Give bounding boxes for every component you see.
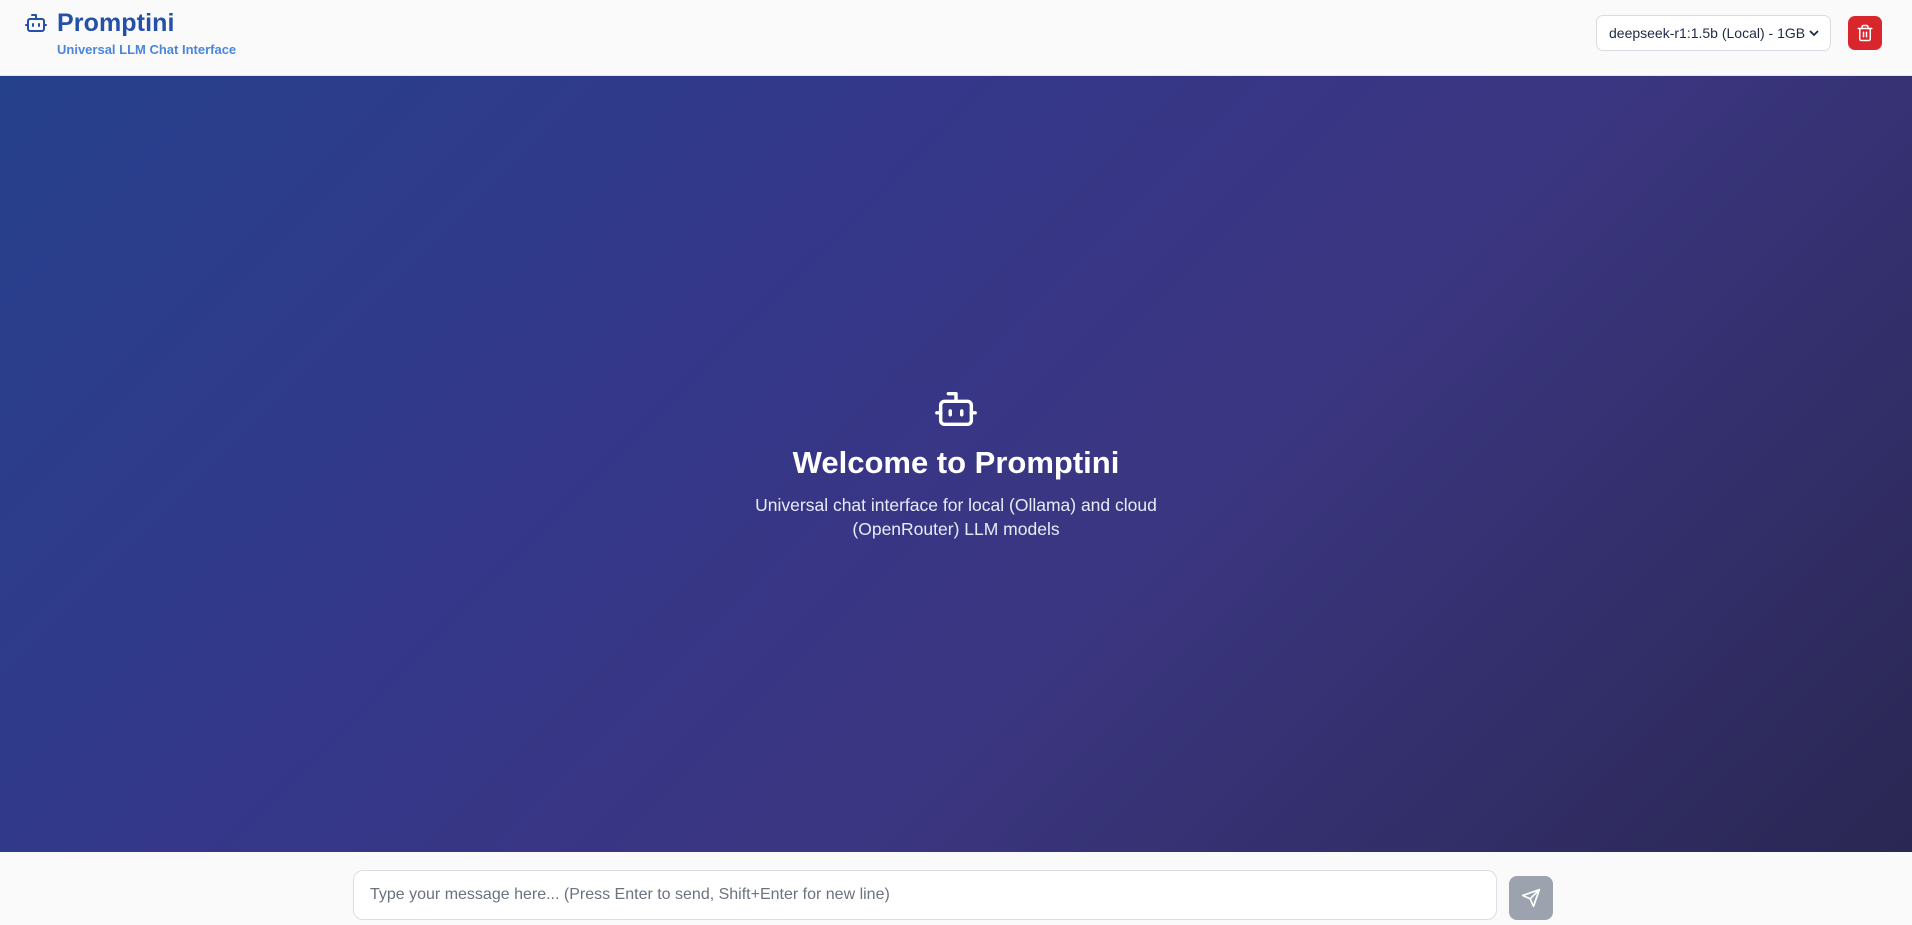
welcome-panel: Welcome to Promptini Universal chat inte… [0,386,1912,541]
welcome-title: Welcome to Promptini [792,445,1120,480]
chat-area: Welcome to Promptini Universal chat inte… [0,76,1912,852]
model-select[interactable]: deepseek-r1:1.5b (Local) - 1GB [1596,15,1831,51]
bot-icon [933,386,979,432]
trash-icon [1856,24,1874,42]
app-title: Promptini [57,9,175,37]
model-select-value: deepseek-r1:1.5b (Local) - 1GB [1609,25,1806,41]
welcome-text: Universal chat interface for local (Olla… [755,495,1157,539]
chevron-down-icon [1808,27,1820,39]
delete-chat-button[interactable] [1848,16,1882,50]
brand-row: Promptini [24,8,236,38]
bot-icon [24,11,48,35]
send-icon [1521,888,1541,908]
app-subtitle: Universal LLM Chat Interface [57,42,237,57]
app-header: Promptini Universal LLM Chat Interface d… [0,0,1912,76]
brand: Promptini Universal LLM Chat Interface [24,8,236,58]
send-button[interactable] [1509,876,1553,920]
composer [0,852,1912,925]
message-input[interactable] [353,870,1497,920]
